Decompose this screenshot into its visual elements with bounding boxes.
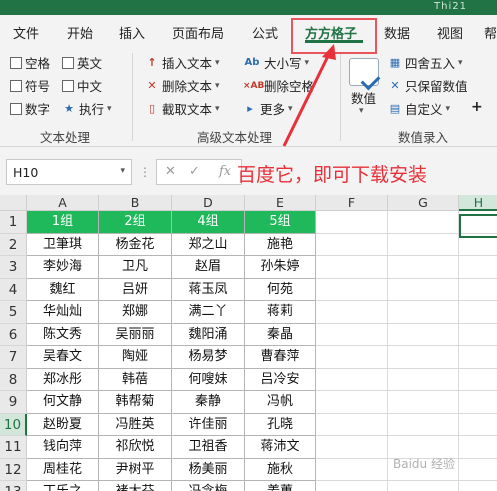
- arrow-shaft: [282, 51, 332, 147]
- watermark: Baidu 经验: [393, 457, 455, 471]
- arrow-head: [322, 44, 336, 60]
- annotation-arrow: [282, 44, 336, 147]
